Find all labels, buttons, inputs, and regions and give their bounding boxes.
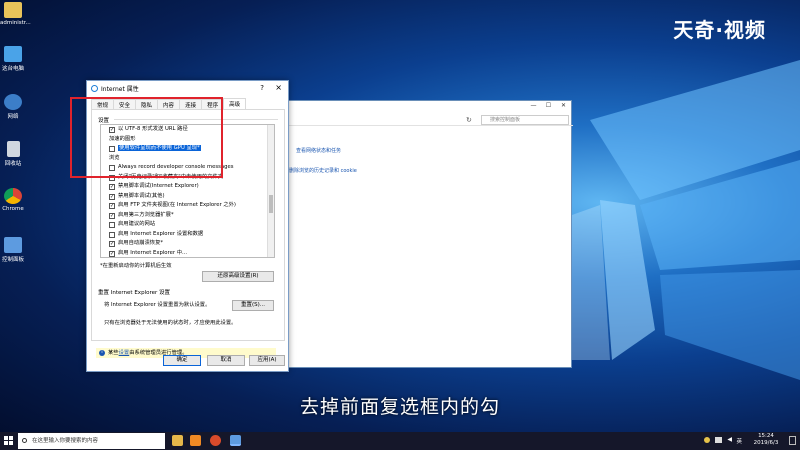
desktop-icon-user[interactable]: administr...	[0, 2, 31, 26]
desktop-icon-chrome[interactable]: Chrome	[0, 188, 26, 212]
chrome-taskbar-icon[interactable]	[210, 435, 221, 446]
setting-ie-settings-data[interactable]: 启用 Internet Explorer 设置和数据	[101, 230, 274, 240]
checkbox[interactable]	[109, 250, 115, 257]
setting-crash-recovery[interactable]: 启用自动崩溃恢复*	[101, 239, 274, 249]
setting-label: 启用建议的网站	[118, 221, 156, 227]
chrome-icon	[4, 188, 22, 204]
video-subtitle: 去掉前面复选框内的勾	[299, 396, 500, 418]
setting-label: 启用 Internet Explorer 中...	[118, 249, 188, 256]
taskbar-search-input[interactable]: 在这里输入你要搜索的内容	[18, 433, 165, 449]
ie-icon	[91, 85, 98, 92]
dialog-titlebar: Internet 属性	[87, 81, 288, 96]
setting-label: 禁用脚本调试(Internet Explorer)	[118, 183, 199, 189]
setting-ftp-folder-view[interactable]: 启用 FTP 文件夹视图(在 Internet Explorer 之外)	[101, 201, 274, 211]
search-placeholder: 在这里输入你要搜索的内容	[32, 438, 99, 444]
taskbar: 在这里输入你要搜索的内容 ◀ 英 15:24 2019/6/3	[0, 432, 800, 450]
desktop-icon-label: Chrome	[2, 206, 24, 212]
user-folder-icon	[4, 2, 22, 18]
settings-link[interactable]: 设置	[119, 350, 130, 356]
info-icon: i	[99, 350, 105, 356]
checkbox[interactable]	[109, 241, 115, 247]
volume-icon[interactable]: ◀	[727, 436, 732, 443]
setting-label: 启用 FTP 文件夹视图(在 Internet Explorer 之外)	[118, 202, 236, 208]
apply-button[interactable]: 应用(A)	[249, 355, 285, 366]
scrollbar-thumb[interactable]	[269, 195, 273, 213]
dialog-title: Internet 属性	[101, 86, 139, 93]
network-status-link[interactable]: 查看网络状态和任务	[296, 147, 341, 154]
desktop-icon-label: 控制面板	[1, 257, 24, 263]
desktop-icon-label: 回收站	[4, 161, 22, 167]
reset-button[interactable]: 重置(S)...	[232, 300, 274, 311]
control-panel-window: — ☐ ✕ ↻ 搜索控制面板 查看网络状态和任务 删除浏览的历史记录和 cook…	[285, 100, 573, 368]
checkbox[interactable]	[109, 184, 115, 190]
action-center-icon[interactable]	[789, 436, 796, 445]
checkbox[interactable]	[109, 203, 115, 209]
reset-group-label: 重置 Internet Explorer 设置	[98, 290, 170, 296]
refresh-icon[interactable]: ↻	[466, 116, 472, 124]
restore-advanced-button[interactable]: 还原高级设置(R)	[202, 271, 274, 282]
control-panel-icon	[4, 237, 22, 253]
checkbox[interactable]	[109, 212, 115, 219]
info-prefix: 某些	[108, 350, 119, 356]
setting-label: 启用自动崩溃恢复*	[118, 240, 164, 246]
taskbar-clock[interactable]: 15:24 2019/6/3	[748, 433, 784, 447]
ime-indicator[interactable]: 英	[736, 437, 742, 445]
clock-time: 15:24	[758, 433, 774, 439]
clock-date: 2019/6/3	[753, 440, 779, 446]
desktop-icon-this-pc[interactable]: 这台电脑	[0, 46, 26, 72]
delete-history-link[interactable]: 删除浏览的历史记录和 cookie	[289, 167, 357, 174]
help-icon[interactable]: ?	[260, 84, 264, 92]
desktop-icon-control-panel[interactable]: 控制面板	[0, 237, 26, 263]
desktop-icon-network[interactable]: 网络	[0, 94, 26, 120]
window-controls: — ☐ ✕	[526, 101, 571, 111]
reset-warning: 只有在浏览器处于无法使用的状态时，才应使用此设置。	[104, 320, 237, 326]
checkbox[interactable]	[109, 231, 115, 238]
setting-label: 启用第三方浏览器扩展*	[118, 211, 174, 218]
setting-label: 启用 Internet Explorer 设置和数据	[118, 230, 204, 237]
desktop-icon-label: 这台电脑	[1, 66, 24, 72]
setting-third-party-extensions[interactable]: 启用第三方浏览器扩展*	[101, 211, 274, 221]
computer-icon	[4, 46, 22, 62]
ok-button[interactable]: 确定	[163, 355, 201, 366]
setting-disable-script-debug-other[interactable]: 禁用脚本调试(其他)	[101, 192, 274, 202]
cancel-button[interactable]: 取消	[207, 355, 245, 366]
control-panel-taskbar-icon[interactable]	[230, 435, 241, 446]
tianqi-logo: 天奇·视频	[673, 18, 766, 42]
network-icon	[4, 94, 22, 110]
network-tray-icon[interactable]	[715, 437, 722, 443]
highlight-box	[70, 97, 223, 178]
setting-label: 禁用脚本调试(其他)	[118, 192, 165, 199]
checkbox[interactable]	[109, 222, 115, 228]
app-icon[interactable]	[190, 435, 201, 446]
control-panel-search-input[interactable]: 搜索控制面板	[481, 115, 569, 125]
desktop-icon-label: 网络	[7, 114, 19, 120]
checkbox[interactable]	[109, 193, 115, 200]
setting-suggested-sites[interactable]: 启用建议的网站	[101, 220, 274, 230]
recycle-bin-icon	[6, 141, 20, 157]
desktop-icon-recycle-bin[interactable]: 回收站	[0, 141, 26, 167]
close-icon[interactable]: ×	[275, 83, 282, 92]
maximize-icon[interactable]: ☐	[541, 101, 556, 111]
windows-start-icon[interactable]	[4, 436, 14, 446]
file-explorer-icon[interactable]	[172, 435, 183, 446]
minimize-icon[interactable]: —	[526, 101, 541, 111]
restart-note: *在重新启动你的计算机后生效	[100, 263, 172, 269]
setting-disable-script-debug-ie[interactable]: 禁用脚本调试(Internet Explorer)	[101, 182, 274, 192]
desktop-icon-label: administr...	[0, 20, 31, 26]
setting-ie-more[interactable]: 启用 Internet Explorer 中...	[101, 249, 274, 258]
reset-description: 将 Internet Explorer 设置重置为默认设置。	[104, 302, 211, 308]
list-scrollbar[interactable]	[267, 125, 274, 257]
close-icon[interactable]: ✕	[556, 101, 571, 111]
notification-icon[interactable]	[704, 437, 710, 443]
address-bar: ↻ 搜索控制面板	[286, 114, 573, 126]
search-icon	[22, 438, 27, 443]
